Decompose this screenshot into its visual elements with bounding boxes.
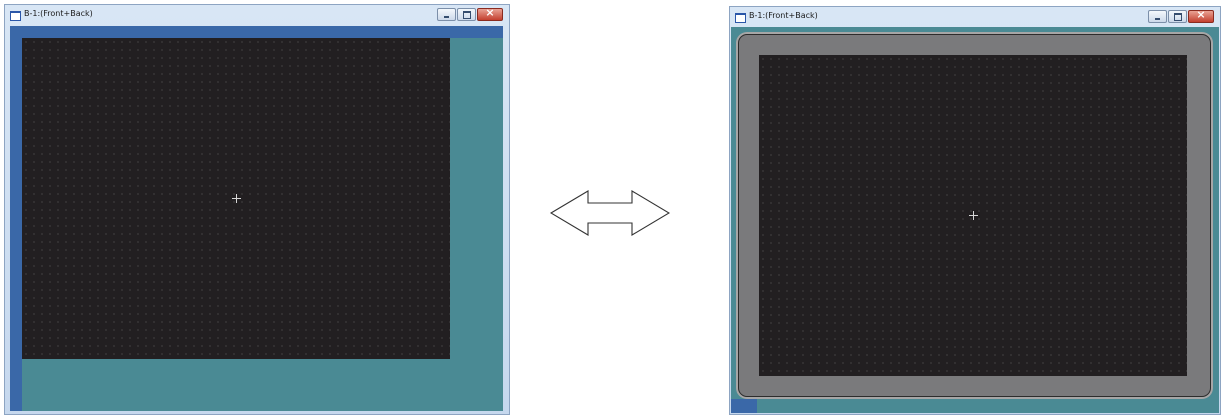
editor-workspace[interactable] xyxy=(10,26,503,411)
editor-workspace[interactable] xyxy=(731,27,1219,413)
minimize-icon xyxy=(444,16,449,18)
window-controls: × xyxy=(436,6,503,21)
window-icon xyxy=(735,13,746,23)
window-title: B-1:(Front+Back) xyxy=(749,11,818,20)
right-editor-window: B-1:(Front+Back) × xyxy=(729,6,1221,415)
title-bar[interactable]: B-1:(Front+Back) × xyxy=(5,5,509,25)
left-editor-window: B-1:(Front+Back) × xyxy=(4,4,510,415)
title-bar[interactable]: B-1:(Front+Back) × xyxy=(730,7,1220,27)
maximize-button[interactable] xyxy=(457,8,476,21)
screen-canvas[interactable] xyxy=(759,55,1187,376)
window-controls: × xyxy=(1147,8,1214,23)
maximize-icon xyxy=(463,11,471,19)
workspace-left-band xyxy=(10,26,22,411)
maximize-button[interactable] xyxy=(1168,10,1187,23)
workspace-corner-band xyxy=(731,399,757,413)
window-title: B-1:(Front+Back) xyxy=(24,9,93,18)
screen-canvas[interactable] xyxy=(22,38,450,359)
close-icon: × xyxy=(485,6,495,19)
maximize-icon xyxy=(1174,13,1182,21)
minimize-button[interactable] xyxy=(1148,10,1167,23)
double-arrow-icon xyxy=(550,190,670,236)
close-button[interactable]: × xyxy=(1188,8,1214,23)
minimize-icon xyxy=(1155,18,1160,20)
minimize-button[interactable] xyxy=(437,8,456,21)
crosshair-icon xyxy=(232,194,241,203)
workspace-top-band xyxy=(10,26,503,38)
crosshair-icon xyxy=(969,211,978,220)
close-button[interactable]: × xyxy=(477,6,503,21)
close-icon: × xyxy=(1196,8,1206,21)
window-icon xyxy=(10,11,21,21)
